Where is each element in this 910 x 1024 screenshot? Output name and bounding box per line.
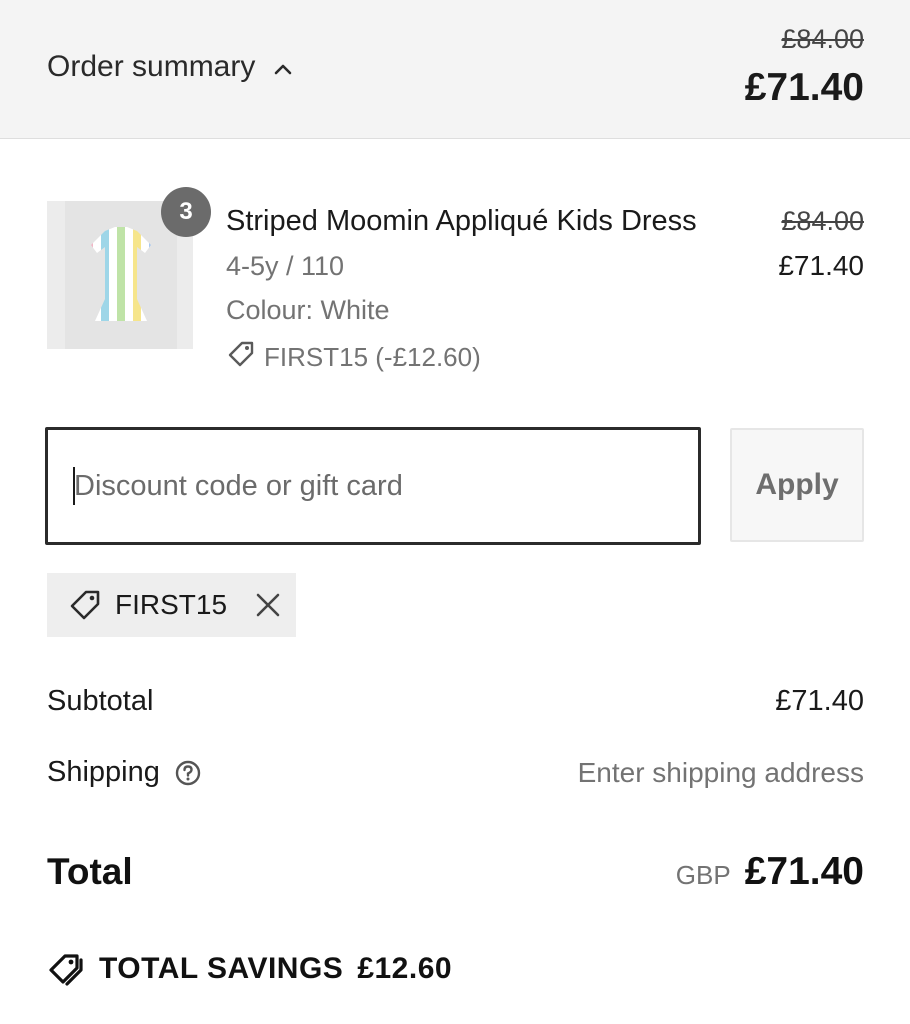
total-currency: GBP [675, 860, 731, 890]
product-colour: Colour: White [226, 295, 390, 325]
total-label: Total [47, 851, 133, 892]
subtotal-value: £71.40 [775, 685, 864, 717]
close-icon[interactable] [255, 592, 281, 618]
tag-icon [226, 339, 256, 376]
subtotal-row: Subtotal £71.40 [47, 685, 864, 718]
product-original-price: £84.00 [781, 206, 864, 236]
total-value: £71.40 [744, 850, 864, 893]
product-size: 4-5y / 110 [226, 251, 345, 281]
dress-thumbnail-icon [65, 201, 177, 349]
product-thumbnail: 3 [47, 187, 211, 349]
order-summary-header: Order summary £84.00 £71.40 [0, 0, 910, 139]
product-price: £71.40 [778, 250, 864, 281]
order-summary-label: Order summary [47, 50, 256, 83]
header-original-total: £84.00 [781, 24, 864, 54]
total-amount-group: GBP £71.40 [676, 850, 864, 894]
header-current-total: £71.40 [744, 66, 864, 109]
total-row: Total GBP £71.40 [47, 850, 864, 894]
help-icon[interactable] [174, 759, 202, 787]
order-summary-toggle[interactable]: Order summary [47, 50, 293, 84]
subtotal-label: Subtotal [47, 685, 154, 717]
savings-value: £12.60 [357, 952, 453, 985]
tag-icon [67, 587, 103, 623]
product-discount: FIRST15 (-£12.60) [226, 339, 481, 376]
applied-discount-code: FIRST15 [115, 589, 228, 620]
product-name: Striped Moomin Appliqué Kids Dress [226, 205, 697, 237]
shipping-value: Enter shipping address [577, 756, 864, 788]
chevron-up-icon [273, 50, 293, 84]
discount-code-input[interactable] [45, 427, 701, 545]
apply-button[interactable]: Apply [730, 428, 864, 542]
quantity-badge: 3 [161, 187, 211, 237]
savings-label: TOTAL SAVINGS [99, 952, 344, 985]
shipping-label-group: Shipping [47, 756, 202, 789]
shipping-label: Shipping [47, 756, 160, 788]
line-item: 3 Striped Moomin Appliqué Kids Dress 4-5… [47, 187, 864, 372]
shipping-row: Shipping Enter shipping address [47, 756, 864, 789]
tags-icon [47, 950, 85, 988]
product-discount-label: FIRST15 (-£12.60) [264, 342, 481, 372]
total-savings: TOTAL SAVINGS £12.60 [47, 950, 452, 988]
applied-discount-chip: FIRST15 [47, 573, 296, 637]
text-caret [73, 467, 75, 505]
